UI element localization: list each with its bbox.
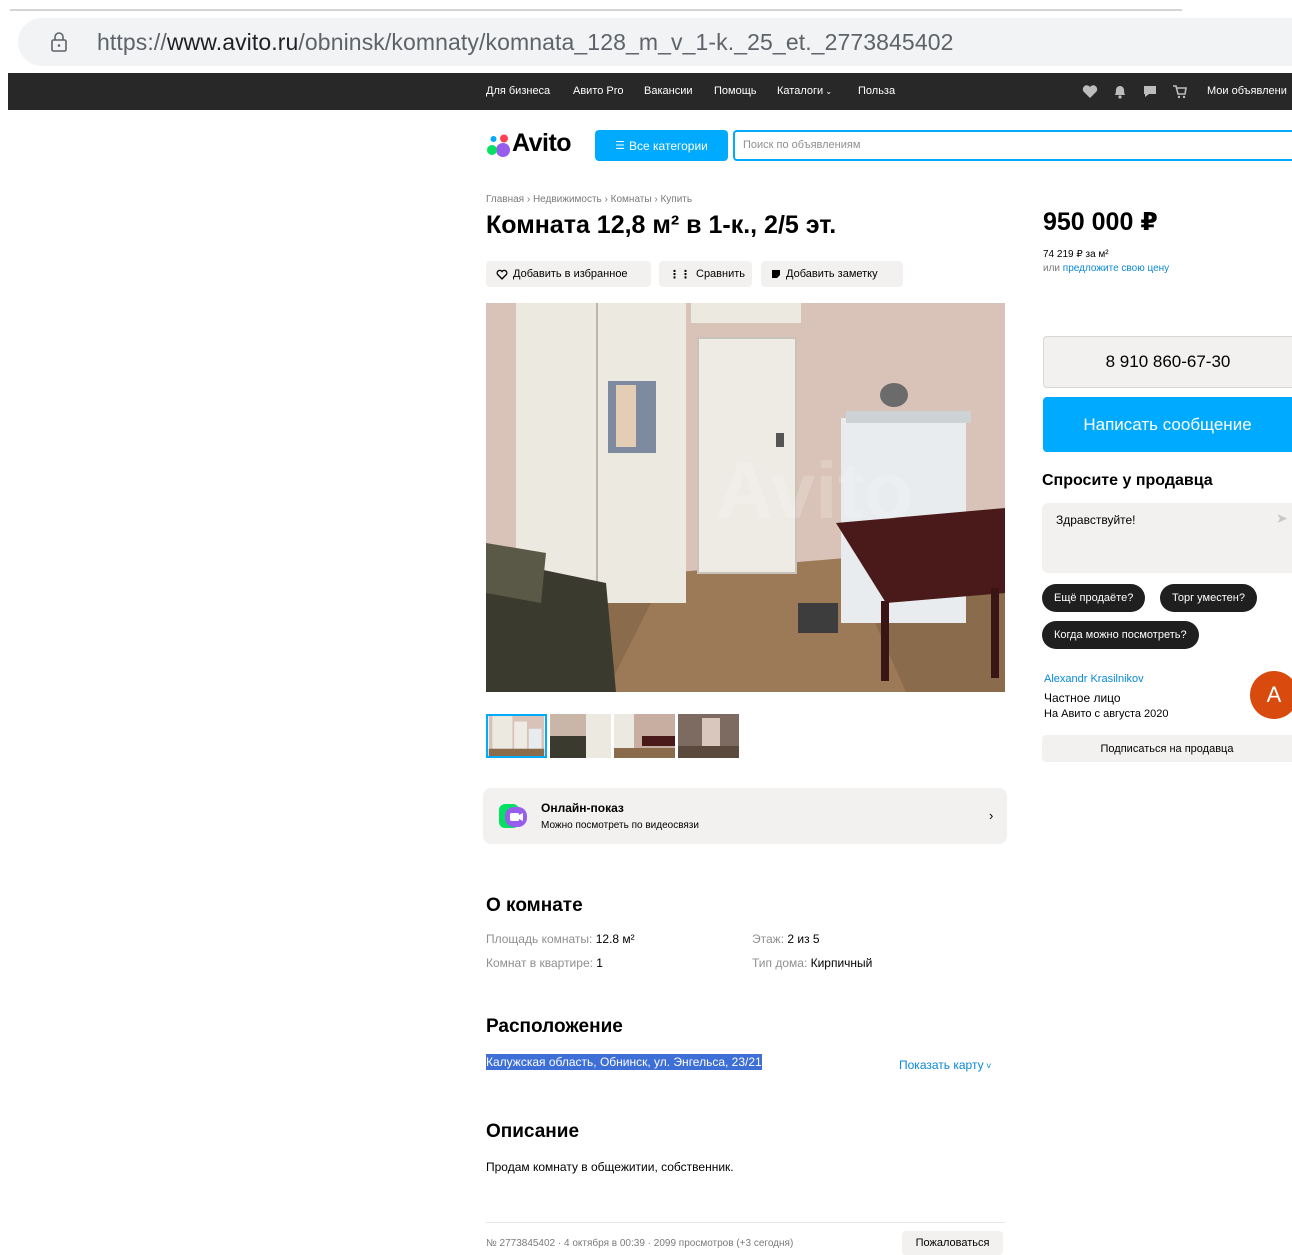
chat-icon[interactable] xyxy=(1142,84,1158,99)
heart-outline-icon xyxy=(496,269,508,280)
param-house-key: Тип дома: xyxy=(752,956,811,970)
online-show-subtitle: Можно посмотреть по видеосвязи xyxy=(541,820,699,831)
chip-still-selling[interactable]: Ещё продаёте? xyxy=(1042,584,1146,612)
photo-thumbnail-1[interactable] xyxy=(486,714,547,758)
nav-link-catalogs[interactable]: Каталоги ⌄ xyxy=(777,85,832,97)
footer-divider xyxy=(486,1222,1005,1223)
send-icon[interactable]: ➤ xyxy=(1276,510,1288,527)
seller-name[interactable]: Alexandr Krasilnikov xyxy=(1044,673,1144,685)
all-categories-label: Все категории xyxy=(629,138,708,153)
ask-seller-heading: Спросите у продавца xyxy=(1042,472,1213,489)
add-note-label: Добавить заметку xyxy=(786,268,878,280)
avito-logo-icon[interactable] xyxy=(486,133,512,157)
page-title: Комната 12,8 м² в 1-к., 2/5 эт. xyxy=(486,211,837,239)
add-note-button[interactable]: Добавить заметку xyxy=(761,261,903,287)
photo-watermark: Avito xyxy=(716,446,913,535)
param-rooms-key: Комнат в квартире: xyxy=(486,956,597,970)
video-call-icon xyxy=(499,804,527,828)
param-area: Площадь комнаты: 12.8 м² xyxy=(486,932,635,946)
seller-type: Частное лицо xyxy=(1044,691,1121,705)
param-rooms-value: 1 xyxy=(596,956,603,970)
write-message-button[interactable]: Написать сообщение xyxy=(1043,397,1292,452)
offer-price: или предложите свою цену xyxy=(1043,263,1169,274)
show-map-link[interactable]: Показать карту ˅ xyxy=(899,1058,991,1072)
show-map-label: Показать карту xyxy=(899,1058,984,1072)
chevron-right-icon: › xyxy=(989,808,994,823)
add-favorite-label: Добавить в избранное xyxy=(513,268,628,280)
online-show-title: Онлайн-показ xyxy=(541,801,624,815)
param-floor-key: Этаж: xyxy=(752,932,788,946)
main-photo[interactable]: Avito xyxy=(486,303,1005,692)
add-favorite-button[interactable]: Добавить в избранное xyxy=(486,261,651,287)
listing-meta: № 2773845402 · 4 октября в 00:39 · 2099 … xyxy=(486,1238,794,1249)
url-text[interactable]: https://www.avito.ru/obninsk/komnaty/kom… xyxy=(97,29,954,56)
param-house-type: Тип дома: Кирпичный xyxy=(752,956,872,970)
nav-link-benefit[interactable]: Польза xyxy=(858,85,895,97)
nav-link-vacancies[interactable]: Вакансии xyxy=(644,85,693,97)
nav-link-business[interactable]: Для бизнеса xyxy=(486,85,550,97)
search-placeholder: Поиск по объявлениям xyxy=(743,139,861,151)
seller-since: На Авито с августа 2020 xyxy=(1044,708,1169,720)
param-floor-value: 2 из 5 xyxy=(787,932,820,946)
about-heading: О комнате xyxy=(486,895,583,916)
search-input[interactable]: Поиск по объявлениям xyxy=(733,130,1292,161)
compare-button[interactable]: ⋮⋮ Сравнить xyxy=(659,261,752,287)
note-icon xyxy=(772,270,780,278)
description-text: Продам комнату в общежитии, собственник. xyxy=(486,1160,734,1174)
offer-price-link[interactable]: предложите свою цену xyxy=(1063,263,1169,274)
my-ads-link[interactable]: Мои объявлени xyxy=(1207,85,1287,97)
param-house-value: Кирпичный xyxy=(810,956,873,970)
photo-thumbnail-3[interactable] xyxy=(614,714,675,758)
browser-top-border xyxy=(10,9,1182,11)
avatar[interactable]: A xyxy=(1250,671,1292,719)
price-per-sqm: 74 219 ₽ за м² xyxy=(1043,249,1109,260)
lock-icon[interactable] xyxy=(48,31,70,53)
param-rooms: Комнат в квартире: 1 xyxy=(486,956,603,970)
breadcrumb-home[interactable]: Главная xyxy=(486,194,524,205)
heart-icon[interactable] xyxy=(1082,84,1098,99)
subscribe-seller-button[interactable]: Подписаться на продавца xyxy=(1042,735,1292,762)
online-show-card[interactable] xyxy=(483,788,1007,844)
param-area-value: 12.8 м² xyxy=(595,932,635,946)
compare-label: Сравнить xyxy=(696,268,746,280)
bell-icon[interactable] xyxy=(1112,84,1128,99)
chevron-down-icon: ⌄ xyxy=(823,87,833,96)
breadcrumb-rooms[interactable]: Комнаты xyxy=(611,194,652,205)
categories-search-icon: ☰ xyxy=(615,140,626,152)
photo-thumbnail-4[interactable] xyxy=(678,714,739,758)
avito-logo-text[interactable]: Avito xyxy=(512,129,572,158)
chip-when-view[interactable]: Когда можно посмотреть? xyxy=(1042,621,1199,649)
price: 950 000 ₽ xyxy=(1043,208,1158,236)
breadcrumb-real-estate[interactable]: Недвижимость xyxy=(533,194,602,205)
param-area-key: Площадь комнаты: xyxy=(486,932,596,946)
all-categories-button[interactable]: ☰ Все категории xyxy=(595,130,728,161)
nav-link-catalogs-label: Каталоги xyxy=(777,85,824,97)
nav-link-avito-pro[interactable]: Авито Pro xyxy=(573,85,624,97)
param-floor: Этаж: 2 из 5 xyxy=(752,932,820,946)
photo-thumbnail-2[interactable] xyxy=(550,714,611,758)
location-heading: Расположение xyxy=(486,1016,623,1037)
chevron-down-icon: ˅ xyxy=(983,1061,992,1071)
address-text: Калужская область, Обнинск, ул. Энгельса… xyxy=(486,1054,762,1070)
nav-link-help[interactable]: Помощь xyxy=(714,85,757,97)
breadcrumb: Главная › Недвижимость › Комнаты › Купит… xyxy=(486,194,693,205)
cart-icon[interactable] xyxy=(1172,84,1188,99)
chip-bargain[interactable]: Торг уместен? xyxy=(1160,584,1257,612)
show-phone-button[interactable]: 8 910 860-67-30 xyxy=(1043,336,1292,388)
offer-prefix: или xyxy=(1043,263,1063,274)
ask-seller-text: Здравствуйте! xyxy=(1056,513,1136,527)
compare-icon: ⋮⋮ xyxy=(669,268,691,281)
description-heading: Описание xyxy=(486,1121,580,1142)
breadcrumb-buy[interactable]: Купить xyxy=(660,194,692,205)
report-button[interactable]: Пожаловаться xyxy=(902,1231,1003,1255)
